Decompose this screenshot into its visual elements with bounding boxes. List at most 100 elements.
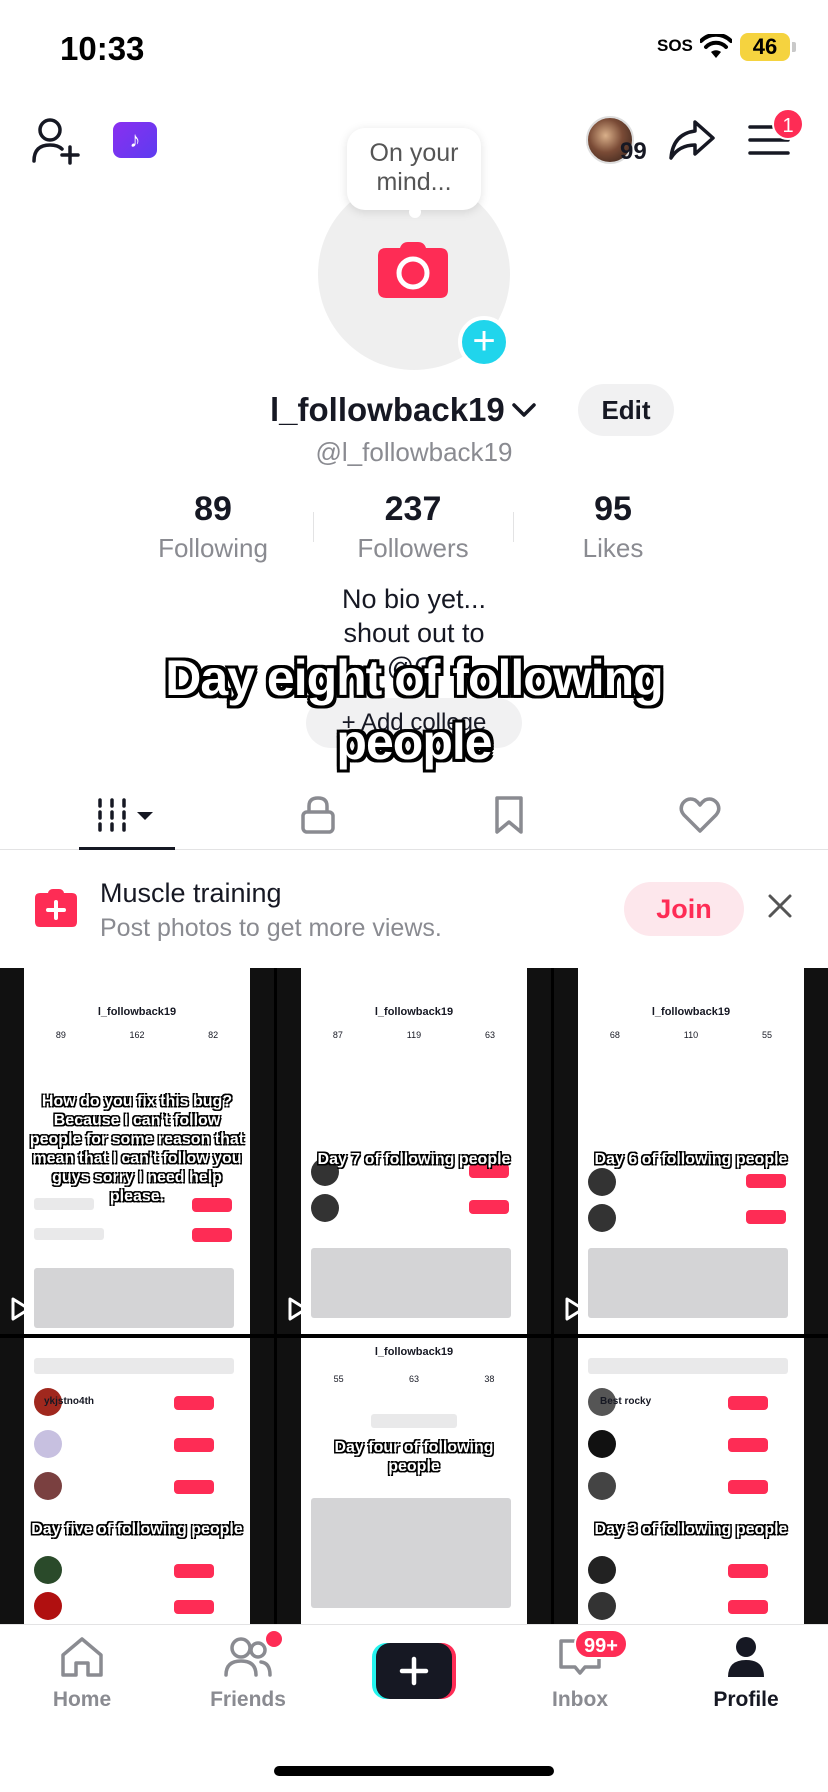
- video-grid: l_followback19 89 162 82 How do you fix …: [0, 968, 828, 1624]
- stat-label: Likes: [582, 533, 644, 563]
- nav-label: Home: [52, 1688, 112, 1711]
- add-friend-icon[interactable]: [30, 115, 82, 167]
- thumb-caption: Day 3 of following people: [594, 1521, 788, 1538]
- thumb-row: [311, 1248, 511, 1318]
- thumbnail-screen: l_followback19 55 63 38: [301, 1338, 527, 1624]
- caption-line: people: [336, 714, 492, 770]
- nav-profile[interactable]: Profile: [686, 1635, 806, 1712]
- thumb-avatar: [34, 1430, 62, 1458]
- thumb-row: [311, 1498, 511, 1608]
- inbox-badge: 99+: [574, 1629, 628, 1659]
- thumb-stats: 68 110 55: [578, 1030, 804, 1040]
- tab-liked[interactable]: [660, 790, 740, 840]
- thumbnail-screen: Best rocky: [578, 1338, 804, 1624]
- thumb-username: l_followback19: [97, 1006, 177, 1018]
- thumb-caption: Day four of following people: [334, 1439, 494, 1475]
- tab-saved[interactable]: [469, 790, 549, 840]
- thumb-username: l_followback19: [651, 1006, 731, 1018]
- thumb-pill: [728, 1564, 768, 1578]
- thumb-avatar: [34, 1592, 62, 1620]
- tab-private[interactable]: [278, 790, 358, 840]
- lock-icon: [301, 796, 335, 834]
- video-thumbnail[interactable]: l_followback19 89 162 82 How do you fix …: [0, 968, 274, 1334]
- chevron-down-icon[interactable]: [511, 401, 537, 419]
- stat-following[interactable]: 89 Following: [113, 490, 313, 564]
- heart-icon: [679, 797, 721, 833]
- nav-label: Profile: [713, 1688, 779, 1711]
- thumb-username: l_followback19: [374, 1346, 454, 1358]
- on-your-mind-bubble[interactable]: On your mind...: [347, 128, 481, 218]
- caption-line: Day eight of following: [165, 650, 663, 706]
- play-icon: [565, 1297, 585, 1321]
- username: l_followback19: [270, 391, 505, 428]
- username-row[interactable]: l_followback19: [270, 385, 537, 435]
- add-avatar-plus-icon[interactable]: +: [458, 316, 510, 368]
- thumb-pill: [728, 1396, 768, 1410]
- stat-likes[interactable]: 95 Likes: [513, 490, 713, 564]
- thumb-pill: [174, 1396, 214, 1410]
- thumb-avatar: [588, 1430, 616, 1458]
- suggestion-banner: Muscle training Post photos to get more …: [0, 858, 828, 958]
- thumb-pill: [746, 1210, 786, 1224]
- thumb-stats: 87 119 63: [301, 1030, 527, 1040]
- play-icon: [11, 1297, 31, 1321]
- video-thumbnail[interactable]: l_followback19 68 110 55 Day 6 of follow…: [554, 968, 828, 1334]
- video-thumbnail[interactable]: l_followback19 87 119 63 Day 7 of follow…: [277, 968, 551, 1334]
- thumb-stat: 110: [683, 1030, 699, 1040]
- active-tab-underline: [79, 847, 175, 850]
- create-post-button[interactable]: [372, 1643, 456, 1699]
- tab-videos[interactable]: [87, 790, 167, 840]
- thumb-avatar: [588, 1592, 616, 1620]
- battery-tip: [792, 42, 796, 52]
- stat-followers[interactable]: 237 Followers: [313, 490, 513, 564]
- bio-line: No bio yet...: [341, 584, 487, 614]
- thumb-username: l_followback19: [374, 1006, 454, 1018]
- thumb-caption: Day 7 of following people: [317, 1151, 511, 1168]
- home-icon: [61, 1637, 103, 1677]
- thumb-stats: 55 63 38: [301, 1374, 527, 1384]
- banner-subtitle: Post photos to get more views.: [100, 914, 442, 942]
- bookmark-icon: [495, 796, 523, 834]
- thumb-stat: 87: [332, 1030, 343, 1040]
- thumb-avatar: [34, 1556, 62, 1584]
- profile-icon: [728, 1637, 764, 1677]
- thumb-stat: 68: [609, 1030, 620, 1040]
- thumb-stat: 63: [485, 1030, 496, 1040]
- nav-label: Friends: [210, 1688, 286, 1711]
- grid-videos-icon: [98, 798, 153, 832]
- video-thumbnail[interactable]: ykjstno4th Day five of following people: [0, 1338, 274, 1624]
- camera-icon[interactable]: [376, 240, 450, 300]
- thumbnail-screen: ykjstno4th: [24, 1338, 250, 1624]
- profile-stats: 89 Following 237 Followers 95 Likes: [113, 490, 713, 570]
- video-caption-overlay: Day eight of following people: [100, 646, 728, 774]
- edit-profile-button[interactable]: Edit: [578, 384, 674, 436]
- thumb-pill: [728, 1480, 768, 1494]
- banner-title: Muscle training: [100, 878, 282, 908]
- thumb-username: Best rocky: [600, 1396, 652, 1407]
- thumb-stat: 89: [55, 1030, 66, 1040]
- play-icon: [288, 1297, 308, 1321]
- thumb-pill: [174, 1480, 214, 1494]
- status-bar: 10:33 SOS 46: [0, 0, 828, 100]
- thumb-stat: 55: [333, 1374, 344, 1384]
- thumb-stat: 38: [484, 1374, 495, 1384]
- join-button[interactable]: Join: [624, 882, 744, 936]
- nav-home[interactable]: Home: [22, 1635, 142, 1712]
- video-thumbnail[interactable]: l_followback19 55 63 38 Day four of foll…: [277, 1338, 551, 1624]
- stat-value: 237: [384, 490, 442, 528]
- stat-value: 89: [194, 490, 232, 528]
- story-count: 99: [620, 138, 647, 165]
- thumb-stats: 89 162 82: [24, 1030, 250, 1040]
- thumb-avatar: [588, 1204, 616, 1232]
- menu-badge: 1: [772, 108, 804, 140]
- tiktok-studio-icon[interactable]: ♪: [113, 122, 157, 158]
- bottom-nav: Home Friends Inbox 99+ Profile: [0, 1624, 828, 1792]
- profile-tabs: [0, 780, 828, 850]
- video-thumbnail[interactable]: Best rocky Day 3 of following people: [554, 1338, 828, 1624]
- close-icon[interactable]: [766, 892, 794, 920]
- thumb-pill: [469, 1200, 509, 1214]
- nav-friends[interactable]: Friends: [188, 1635, 308, 1712]
- stat-label: Following: [158, 533, 268, 563]
- thumb-pill: [174, 1438, 214, 1452]
- share-icon[interactable]: [667, 116, 717, 164]
